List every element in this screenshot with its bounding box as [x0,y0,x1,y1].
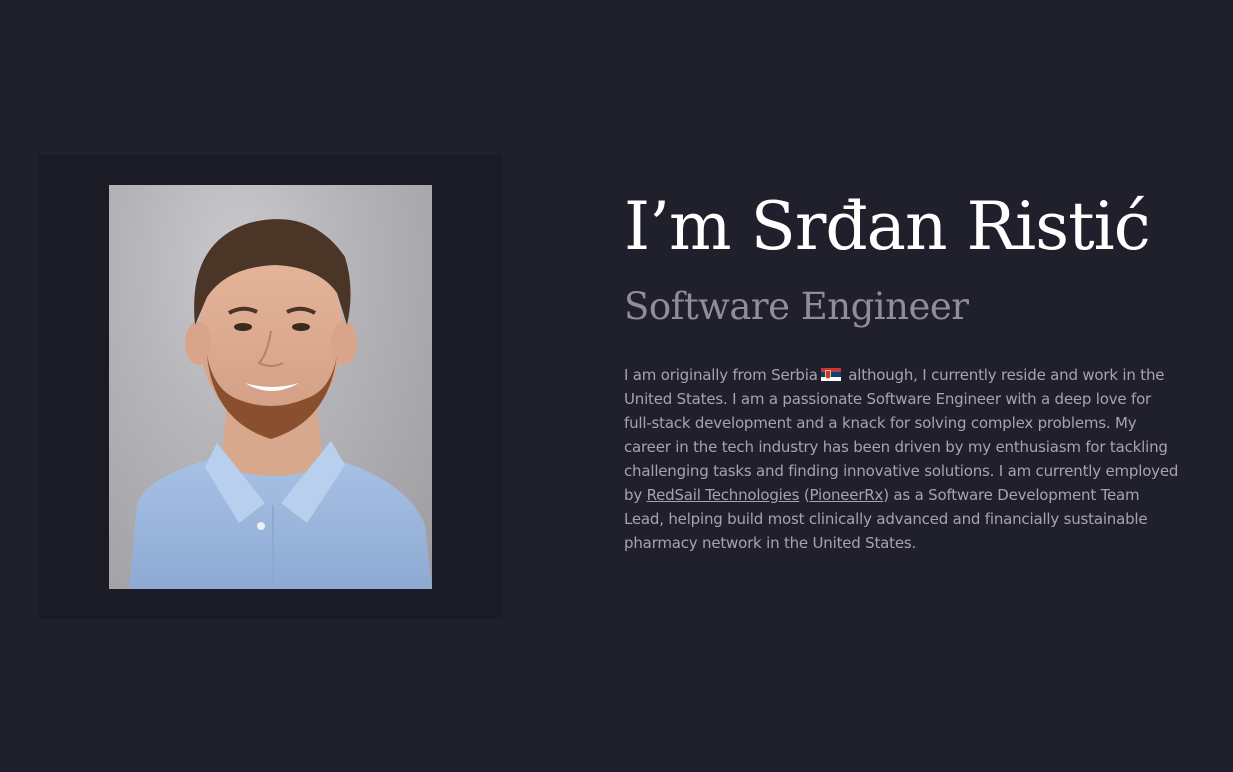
bio-paragraph: I am originally from Serbia although, I … [624,363,1179,555]
profile-photo [109,185,432,589]
profile-photo-frame [38,155,502,619]
role-heading: Software Engineer [624,285,969,328]
portrait-illustration [129,219,432,589]
redsail-technologies-link[interactable]: RedSail Technologies [647,486,800,504]
bio-text-part1: I am originally from Serbia [624,366,818,384]
name-heading: I’m Srđan Ristić [624,188,1151,265]
bio-text-part2: although, I currently reside and work in… [624,366,1179,504]
pioneerrx-link[interactable]: PioneerRx [810,486,884,504]
serbia-flag-icon [820,368,841,381]
intro-section: I’m Srđan Ristić Software Engineer I am … [624,178,1184,555]
